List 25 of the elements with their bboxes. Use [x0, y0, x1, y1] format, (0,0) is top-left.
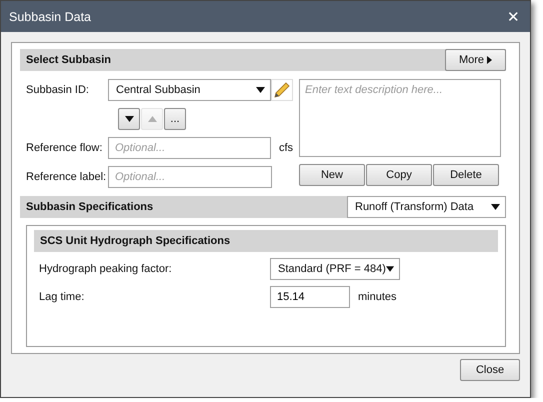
subbasin-dropdown[interactable]: Central Subbasin [108, 79, 272, 101]
view-dropdown[interactable]: Runoff (Transform) Data [347, 196, 506, 218]
more-button[interactable]: More [445, 49, 506, 71]
description-field[interactable]: Enter text description here... [299, 79, 501, 157]
browse-button[interactable]: ... [164, 108, 186, 130]
unit-label: minutes [358, 291, 397, 303]
peaking-factor-dropdown[interactable]: Standard (PRF = 484) [270, 258, 400, 280]
section-title: Select Subbasin [26, 54, 111, 66]
action-button[interactable]: Delete [433, 164, 499, 186]
window-title: Subbasin Data [9, 10, 92, 24]
section-title: Subbasin Specifications [26, 201, 154, 213]
reference-label-field[interactable]: Optional... [108, 166, 272, 188]
subsection-title: SCS Unit Hydrograph Specifications [40, 235, 230, 247]
field-label: Reference label: [26, 171, 108, 183]
field-label: Hydrograph peaking factor: [39, 263, 173, 275]
action-button[interactable]: New [299, 164, 365, 186]
reference-flow-field[interactable]: Optional... [108, 137, 271, 159]
action-button[interactable]: Copy [366, 164, 432, 186]
close-dialog-button[interactable]: Close [460, 359, 520, 381]
field-label: Lag time: [39, 291, 86, 303]
field-label: Reference flow: [26, 142, 104, 154]
lag-time-field[interactable]: 15.14 [270, 286, 350, 308]
field-label: Subbasin ID: [26, 84, 90, 96]
unit-label: cfs [278, 142, 293, 154]
close-button[interactable]: ✕ [505, 8, 522, 26]
